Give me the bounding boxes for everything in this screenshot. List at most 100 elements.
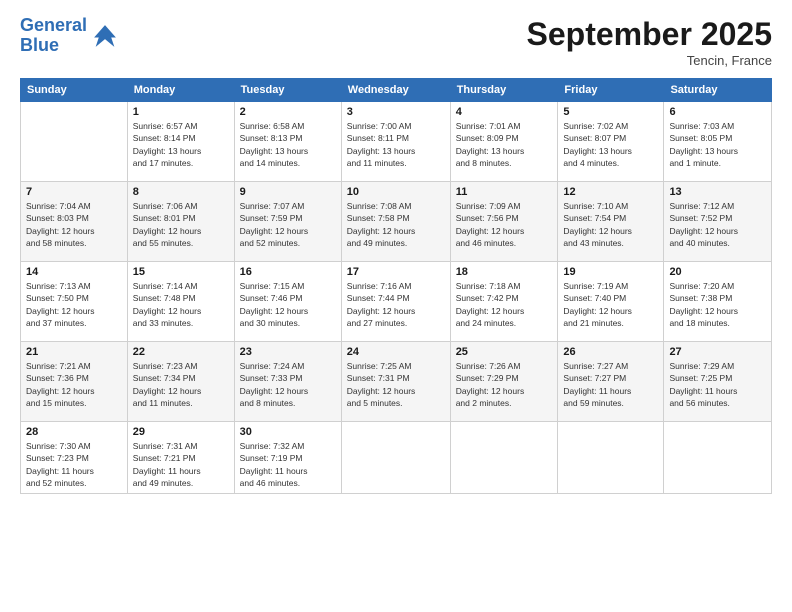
calendar-cell: 3 Sunrise: 7:00 AM Sunset: 8:11 PM Daylig… bbox=[341, 102, 450, 182]
weekday-header-wednesday: Wednesday bbox=[341, 79, 450, 102]
calendar-row-1: 1Sunrise: 6:57 AM Sunset: 8:14 PM Daylig… bbox=[21, 102, 772, 182]
logo: General Blue bbox=[20, 16, 119, 56]
day-number: 19 bbox=[563, 266, 658, 278]
day-info: Sunrise: 7:08 AM Sunset: 7:58 PM Dayligh… bbox=[347, 200, 445, 249]
day-number: 11 bbox=[456, 186, 553, 198]
title-block: September 2025 Tencin, France bbox=[527, 16, 772, 68]
day-number: 28 bbox=[26, 426, 122, 438]
weekday-header-saturday: Saturday bbox=[664, 79, 772, 102]
calendar-cell: 27 Sunrise: 7:29 AM Sunset: 7:25 PM Dayli… bbox=[664, 342, 772, 422]
day-info: Sunrise: 7:13 AM Sunset: 7:50 PM Dayligh… bbox=[26, 280, 122, 329]
day-number: 15 bbox=[133, 266, 229, 278]
day-info: Sunrise: 7:23 AM Sunset: 7:34 PM Dayligh… bbox=[133, 360, 229, 409]
logo-icon bbox=[91, 22, 119, 50]
day-number: 4 bbox=[456, 106, 553, 118]
day-info: Sunrise: 7:04 AM Sunset: 8:03 PM Dayligh… bbox=[26, 200, 122, 249]
day-info: Sunrise: 7:32 AM Sunset: 7:19 PM Dayligh… bbox=[240, 440, 336, 489]
weekday-header-thursday: Thursday bbox=[450, 79, 558, 102]
header: General Blue September 2025 Tencin, Fran… bbox=[20, 16, 772, 68]
calendar-cell: 4Sunrise: 7:01 AM Sunset: 8:09 PM Daylig… bbox=[450, 102, 558, 182]
calendar-cell: 2 Sunrise: 6:58 AM Sunset: 8:13 PM Daylig… bbox=[234, 102, 341, 182]
calendar-row-5: 28 Sunrise: 7:30 AM Sunset: 7:23 PM Dayli… bbox=[21, 422, 772, 494]
day-number: 24 bbox=[347, 346, 445, 358]
calendar-cell bbox=[450, 422, 558, 494]
day-info: Sunrise: 7:14 AM Sunset: 7:48 PM Dayligh… bbox=[133, 280, 229, 329]
weekday-header-friday: Friday bbox=[558, 79, 664, 102]
day-number: 17 bbox=[347, 266, 445, 278]
calendar-cell bbox=[558, 422, 664, 494]
day-info: Sunrise: 7:07 AM Sunset: 7:59 PM Dayligh… bbox=[240, 200, 336, 249]
day-number: 23 bbox=[240, 346, 336, 358]
calendar-cell: 14 Sunrise: 7:13 AM Sunset: 7:50 PM Dayli… bbox=[21, 262, 128, 342]
day-number: 14 bbox=[26, 266, 122, 278]
day-number: 5 bbox=[563, 106, 658, 118]
calendar-cell bbox=[664, 422, 772, 494]
page: General Blue September 2025 Tencin, Fran… bbox=[0, 0, 792, 612]
day-info: Sunrise: 7:06 AM Sunset: 8:01 PM Dayligh… bbox=[133, 200, 229, 249]
calendar-cell: 20 Sunrise: 7:20 AM Sunset: 7:38 PM Dayli… bbox=[664, 262, 772, 342]
calendar-row-4: 21 Sunrise: 7:21 AM Sunset: 7:36 PM Dayli… bbox=[21, 342, 772, 422]
calendar-cell: 10 Sunrise: 7:08 AM Sunset: 7:58 PM Dayli… bbox=[341, 182, 450, 262]
calendar-cell: 24 Sunrise: 7:25 AM Sunset: 7:31 PM Dayli… bbox=[341, 342, 450, 422]
day-info: Sunrise: 7:15 AM Sunset: 7:46 PM Dayligh… bbox=[240, 280, 336, 329]
weekday-header-sunday: Sunday bbox=[21, 79, 128, 102]
day-info: Sunrise: 7:12 AM Sunset: 7:52 PM Dayligh… bbox=[669, 200, 766, 249]
day-info: Sunrise: 7:16 AM Sunset: 7:44 PM Dayligh… bbox=[347, 280, 445, 329]
day-number: 27 bbox=[669, 346, 766, 358]
calendar-cell: 6 Sunrise: 7:03 AM Sunset: 8:05 PM Daylig… bbox=[664, 102, 772, 182]
calendar-cell: 19 Sunrise: 7:19 AM Sunset: 7:40 PM Dayli… bbox=[558, 262, 664, 342]
calendar-cell: 7Sunrise: 7:04 AM Sunset: 8:03 PM Daylig… bbox=[21, 182, 128, 262]
month-title: September 2025 bbox=[527, 16, 772, 53]
day-info: Sunrise: 7:02 AM Sunset: 8:07 PM Dayligh… bbox=[563, 120, 658, 169]
calendar-cell: 16Sunrise: 7:15 AM Sunset: 7:46 PM Dayli… bbox=[234, 262, 341, 342]
calendar-cell: 22 Sunrise: 7:23 AM Sunset: 7:34 PM Dayli… bbox=[127, 342, 234, 422]
day-info: Sunrise: 7:19 AM Sunset: 7:40 PM Dayligh… bbox=[563, 280, 658, 329]
day-info: Sunrise: 7:03 AM Sunset: 8:05 PM Dayligh… bbox=[669, 120, 766, 169]
day-number: 13 bbox=[669, 186, 766, 198]
calendar-cell: 21 Sunrise: 7:21 AM Sunset: 7:36 PM Dayli… bbox=[21, 342, 128, 422]
day-number: 12 bbox=[563, 186, 658, 198]
day-info: Sunrise: 7:20 AM Sunset: 7:38 PM Dayligh… bbox=[669, 280, 766, 329]
calendar-cell: 28 Sunrise: 7:30 AM Sunset: 7:23 PM Dayli… bbox=[21, 422, 128, 494]
day-info: Sunrise: 7:10 AM Sunset: 7:54 PM Dayligh… bbox=[563, 200, 658, 249]
day-info: Sunrise: 7:09 AM Sunset: 7:56 PM Dayligh… bbox=[456, 200, 553, 249]
day-number: 3 bbox=[347, 106, 445, 118]
day-number: 10 bbox=[347, 186, 445, 198]
day-number: 2 bbox=[240, 106, 336, 118]
calendar-cell: 1Sunrise: 6:57 AM Sunset: 8:14 PM Daylig… bbox=[127, 102, 234, 182]
day-number: 29 bbox=[133, 426, 229, 438]
location: Tencin, France bbox=[527, 53, 772, 68]
day-info: Sunrise: 6:58 AM Sunset: 8:13 PM Dayligh… bbox=[240, 120, 336, 169]
calendar-cell: 11 Sunrise: 7:09 AM Sunset: 7:56 PM Dayli… bbox=[450, 182, 558, 262]
day-info: Sunrise: 7:00 AM Sunset: 8:11 PM Dayligh… bbox=[347, 120, 445, 169]
calendar-cell: 25Sunrise: 7:26 AM Sunset: 7:29 PM Dayli… bbox=[450, 342, 558, 422]
day-number: 26 bbox=[563, 346, 658, 358]
day-info: Sunrise: 7:29 AM Sunset: 7:25 PM Dayligh… bbox=[669, 360, 766, 409]
calendar-cell: 26Sunrise: 7:27 AM Sunset: 7:27 PM Dayli… bbox=[558, 342, 664, 422]
day-number: 6 bbox=[669, 106, 766, 118]
day-number: 8 bbox=[133, 186, 229, 198]
header-row: SundayMondayTuesdayWednesdayThursdayFrid… bbox=[21, 79, 772, 102]
day-number: 18 bbox=[456, 266, 553, 278]
calendar-cell bbox=[21, 102, 128, 182]
calendar-table: SundayMondayTuesdayWednesdayThursdayFrid… bbox=[20, 78, 772, 494]
day-info: Sunrise: 7:26 AM Sunset: 7:29 PM Dayligh… bbox=[456, 360, 553, 409]
day-info: Sunrise: 7:25 AM Sunset: 7:31 PM Dayligh… bbox=[347, 360, 445, 409]
calendar-cell: 29Sunrise: 7:31 AM Sunset: 7:21 PM Dayli… bbox=[127, 422, 234, 494]
calendar-row-3: 14 Sunrise: 7:13 AM Sunset: 7:50 PM Dayli… bbox=[21, 262, 772, 342]
calendar-row-2: 7Sunrise: 7:04 AM Sunset: 8:03 PM Daylig… bbox=[21, 182, 772, 262]
day-number: 1 bbox=[133, 106, 229, 118]
weekday-header-monday: Monday bbox=[127, 79, 234, 102]
calendar-cell: 15 Sunrise: 7:14 AM Sunset: 7:48 PM Dayli… bbox=[127, 262, 234, 342]
day-number: 22 bbox=[133, 346, 229, 358]
calendar-cell: 12 Sunrise: 7:10 AM Sunset: 7:54 PM Dayli… bbox=[558, 182, 664, 262]
day-info: Sunrise: 7:21 AM Sunset: 7:36 PM Dayligh… bbox=[26, 360, 122, 409]
day-number: 21 bbox=[26, 346, 122, 358]
day-number: 9 bbox=[240, 186, 336, 198]
day-info: Sunrise: 7:30 AM Sunset: 7:23 PM Dayligh… bbox=[26, 440, 122, 489]
day-number: 20 bbox=[669, 266, 766, 278]
calendar-cell: 30Sunrise: 7:32 AM Sunset: 7:19 PM Dayli… bbox=[234, 422, 341, 494]
day-info: Sunrise: 7:24 AM Sunset: 7:33 PM Dayligh… bbox=[240, 360, 336, 409]
calendar-cell: 9 Sunrise: 7:07 AM Sunset: 7:59 PM Daylig… bbox=[234, 182, 341, 262]
calendar-cell: 23 Sunrise: 7:24 AM Sunset: 7:33 PM Dayli… bbox=[234, 342, 341, 422]
